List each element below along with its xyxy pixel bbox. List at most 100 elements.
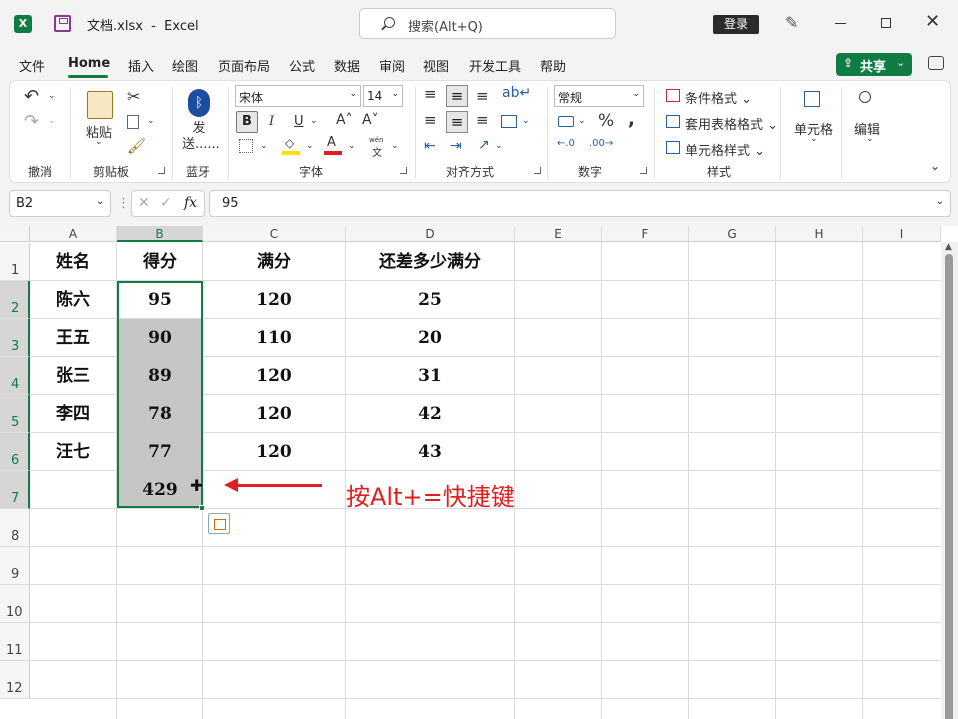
cell-d6[interactable]: 43 xyxy=(346,433,514,471)
increase-decimal-icon[interactable]: ←.0 xyxy=(557,138,575,149)
copy-icon[interactable] xyxy=(127,115,139,129)
conditional-format-button[interactable]: 条件格式 ⌄ xyxy=(685,88,752,107)
scrollbar-thumb[interactable] xyxy=(945,254,953,719)
cell-styles-button[interactable]: 单元格样式 ⌄ xyxy=(685,140,765,159)
row-header-10[interactable]: 10 xyxy=(0,585,30,623)
name-box[interactable]: B2 ⌄ xyxy=(9,190,111,217)
row-header-7[interactable]: 7 xyxy=(0,471,30,509)
tab-help[interactable]: 帮助 xyxy=(540,56,566,75)
minimize-button[interactable] xyxy=(835,23,846,24)
tab-home[interactable]: Home xyxy=(68,56,110,71)
table-format-icon[interactable] xyxy=(666,115,680,128)
redo-icon[interactable]: ↷ xyxy=(24,111,39,132)
chevron-down-icon[interactable]: ⌄ xyxy=(810,134,818,144)
login-button[interactable]: 登录 xyxy=(713,15,759,34)
italic-button[interactable]: I xyxy=(269,114,274,129)
percent-button[interactable]: % xyxy=(598,111,614,131)
cell-c5[interactable]: 120 xyxy=(203,395,345,433)
search-input[interactable]: 搜索(Alt+Q) xyxy=(359,8,616,39)
align-center-icon[interactable]: ≡ xyxy=(446,111,468,133)
font-color-icon[interactable]: A xyxy=(327,135,336,150)
chevron-down-icon[interactable]: ⌄ xyxy=(522,116,530,126)
column-header-a[interactable]: A xyxy=(30,226,117,242)
vertical-scrollbar[interactable]: ▲ xyxy=(941,242,958,719)
row-header-8[interactable]: 8 xyxy=(0,509,30,547)
chevron-down-icon[interactable]: ⌄ xyxy=(348,141,356,151)
decrease-font-icon[interactable]: A˅ xyxy=(362,112,379,128)
cell-a3[interactable]: 王五 xyxy=(30,319,116,357)
expand-formula-icon[interactable]: ⌄ xyxy=(936,196,944,207)
formula-input[interactable]: 95 ⌄ xyxy=(209,190,951,217)
confirm-icon[interactable]: ✓ xyxy=(160,195,172,211)
increase-font-icon[interactable]: A˄ xyxy=(336,112,353,128)
cell-b1[interactable]: 得分 xyxy=(117,243,203,281)
comma-style-icon[interactable]: , xyxy=(628,109,635,130)
font-name-select[interactable]: 宋体 ⌄ xyxy=(235,85,361,107)
column-header-c[interactable]: C xyxy=(203,226,346,242)
row-header-3[interactable]: 3 xyxy=(0,319,30,357)
underline-button[interactable]: U xyxy=(294,114,304,129)
cell-d3[interactable]: 20 xyxy=(346,319,514,357)
tab-insert[interactable]: 插入 xyxy=(128,56,154,75)
increase-indent-icon[interactable]: ⇥ xyxy=(450,138,462,154)
select-all-corner[interactable] xyxy=(0,226,30,242)
row-header-1[interactable]: 1 xyxy=(0,243,30,281)
quick-analysis-icon[interactable] xyxy=(208,513,230,534)
merge-cells-icon[interactable] xyxy=(501,115,517,128)
row-header-5[interactable]: 5 xyxy=(0,395,30,433)
row-header-2[interactable]: 2 xyxy=(0,281,30,319)
cell-a1[interactable]: 姓名 xyxy=(30,243,116,281)
bluetooth-icon[interactable]: ᛒ xyxy=(188,89,210,117)
chevron-down-icon[interactable]: ⌄ xyxy=(306,141,314,151)
text-orientation-icon[interactable]: ↗ xyxy=(478,137,490,153)
column-header-e[interactable]: E xyxy=(515,226,602,242)
cell-c6[interactable]: 120 xyxy=(203,433,345,471)
currency-icon[interactable] xyxy=(558,116,574,127)
border-icon[interactable] xyxy=(239,139,253,153)
cancel-icon[interactable]: ✕ xyxy=(138,195,150,211)
align-bottom-icon[interactable]: ≡ xyxy=(476,87,489,105)
maximize-button[interactable] xyxy=(881,18,891,28)
collapse-ribbon-icon[interactable]: ⌄ xyxy=(930,159,940,173)
cell-d4[interactable]: 31 xyxy=(346,357,514,395)
decrease-decimal-icon[interactable]: .00→ xyxy=(589,138,613,149)
chevron-down-icon[interactable]: ⌄ xyxy=(310,116,318,126)
pinyin-icon[interactable]: wén xyxy=(369,136,383,144)
column-header-h[interactable]: H xyxy=(776,226,863,242)
tab-review[interactable]: 审阅 xyxy=(379,56,405,75)
align-left-icon[interactable]: ≡ xyxy=(424,111,437,129)
cut-icon[interactable]: ✂ xyxy=(127,87,140,106)
chevron-down-icon[interactable]: ⌄ xyxy=(260,141,268,151)
dialog-launcher-icon[interactable] xyxy=(640,167,647,174)
format-painter-icon[interactable]: 🖌 xyxy=(127,137,146,155)
comment-icon[interactable] xyxy=(928,56,944,70)
fill-color-icon[interactable]: ◇ xyxy=(285,136,294,150)
align-top-icon[interactable]: ≡ xyxy=(424,85,437,103)
column-header-i[interactable]: I xyxy=(863,226,941,242)
cell-d5[interactable]: 42 xyxy=(346,395,514,433)
cell-d1[interactable]: 还差多少满分 xyxy=(346,243,514,281)
fill-handle[interactable] xyxy=(199,505,205,511)
dialog-launcher-icon[interactable] xyxy=(400,167,407,174)
search-icon[interactable] xyxy=(859,91,871,103)
row-header-6[interactable]: 6 xyxy=(0,433,30,471)
column-header-b[interactable]: B xyxy=(117,226,203,242)
chevron-down-icon[interactable]: ⌄ xyxy=(495,141,503,151)
more-options-icon[interactable]: ⋮ xyxy=(117,196,130,211)
align-right-icon[interactable]: ≡ xyxy=(476,111,489,129)
tab-data[interactable]: 数据 xyxy=(334,56,360,75)
font-size-select[interactable]: 14 ⌄ xyxy=(363,85,403,107)
row-header-12[interactable]: 12 xyxy=(0,661,30,699)
number-format-select[interactable]: 常规 ⌄ xyxy=(554,85,644,107)
cell-a5[interactable]: 李四 xyxy=(30,395,116,433)
column-header-g[interactable]: G xyxy=(689,226,776,242)
cell-a4[interactable]: 张三 xyxy=(30,357,116,395)
row-header-9[interactable]: 9 xyxy=(0,547,30,585)
bold-button[interactable]: B xyxy=(236,111,258,133)
wrap-text-icon[interactable]: ab↵ xyxy=(502,85,531,101)
chevron-down-icon[interactable]: ⌄ xyxy=(48,91,56,101)
close-button[interactable]: ✕ xyxy=(925,13,940,31)
chevron-down-icon[interactable]: ⌄ xyxy=(866,134,874,144)
cell-c3[interactable]: 110 xyxy=(203,319,345,357)
tab-page-layout[interactable]: 页面布局 xyxy=(218,56,270,75)
